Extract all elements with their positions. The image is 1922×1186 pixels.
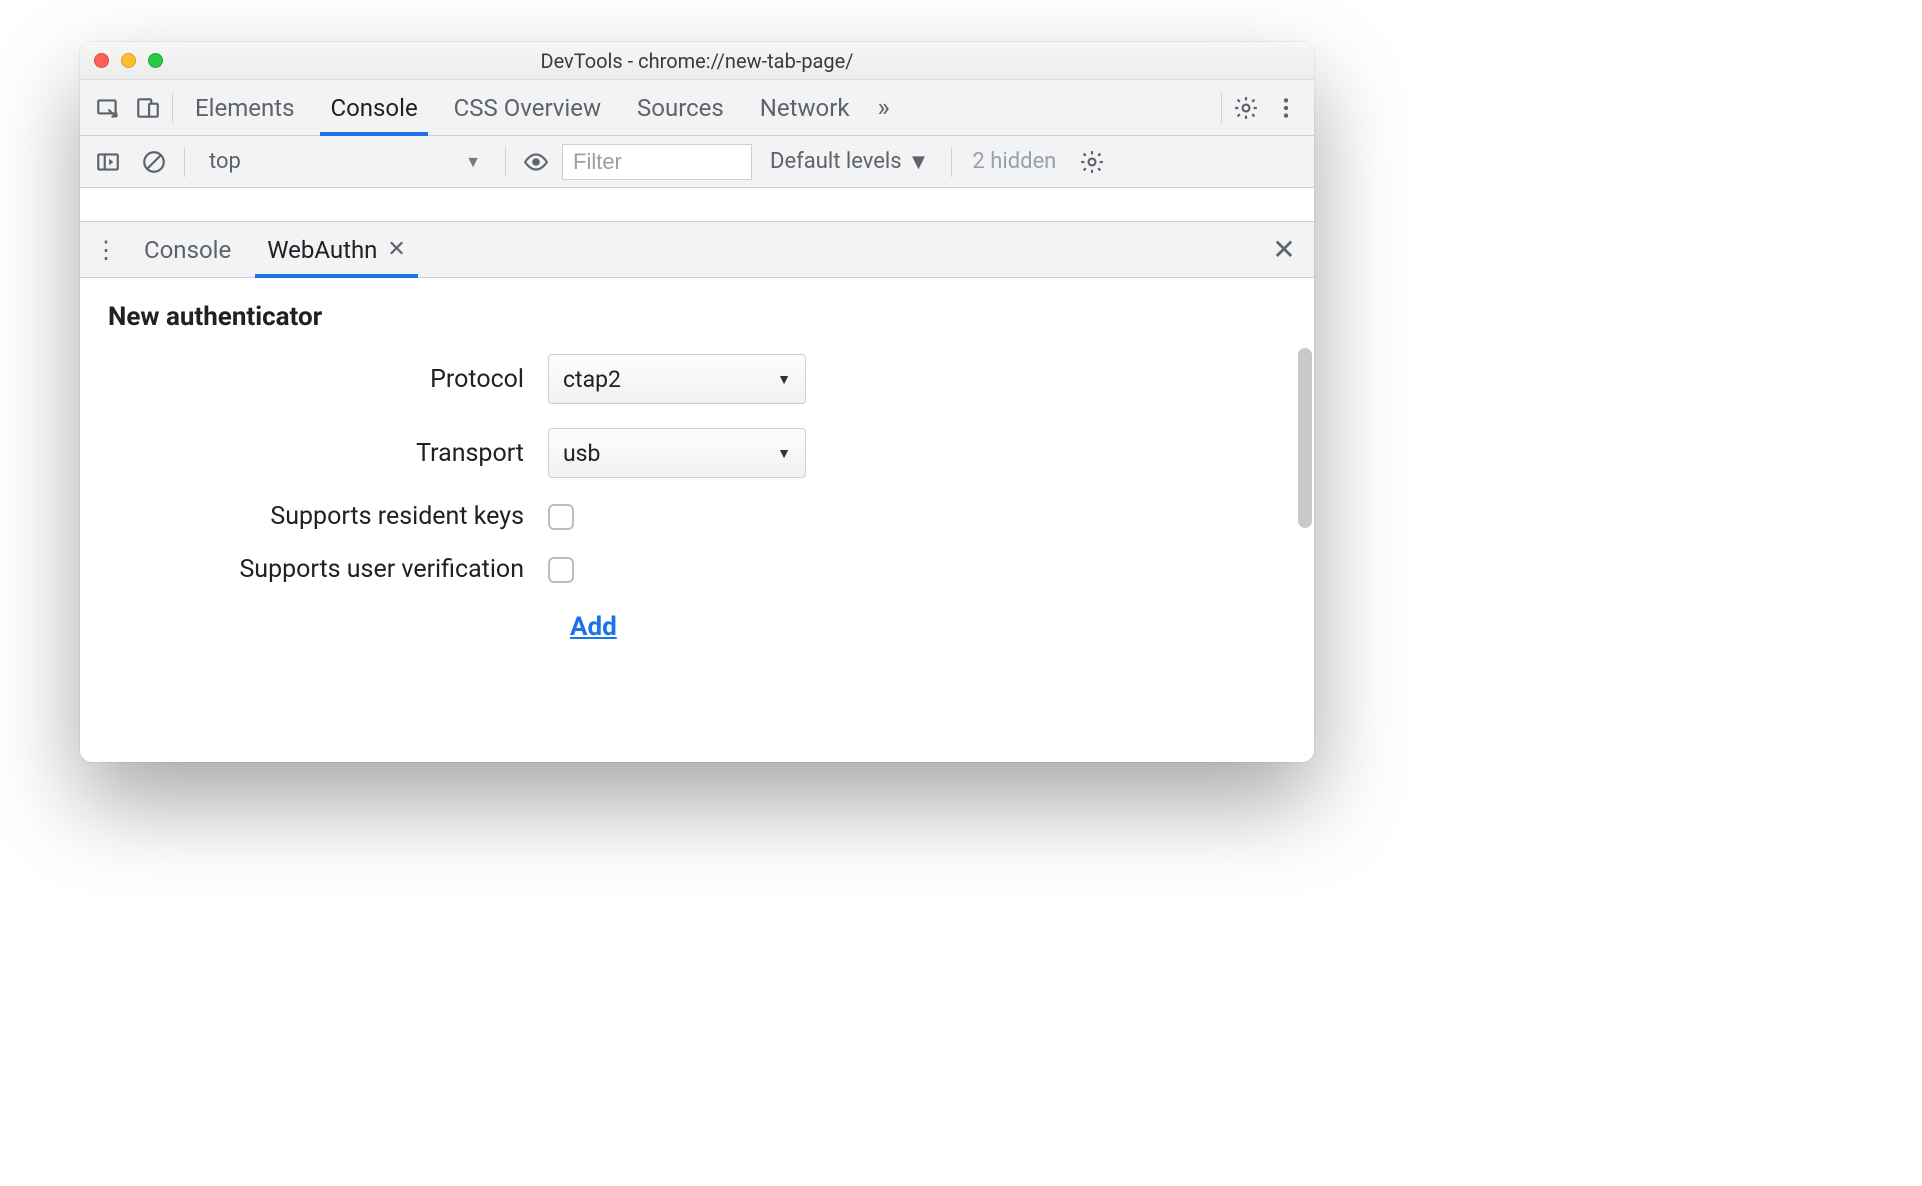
transport-label: Transport bbox=[108, 439, 548, 468]
device-toolbar-icon[interactable] bbox=[128, 88, 168, 128]
transport-select[interactable]: usb ▼ bbox=[548, 428, 806, 478]
scrollbar-thumb[interactable] bbox=[1298, 348, 1312, 528]
console-settings-icon[interactable] bbox=[1072, 142, 1112, 182]
settings-icon[interactable] bbox=[1226, 88, 1266, 128]
webauthn-panel: New authenticator Protocol ctap2 ▼ Trans… bbox=[80, 278, 1314, 762]
chevron-down-icon: ▼ bbox=[465, 152, 481, 172]
window-controls bbox=[80, 53, 163, 68]
new-authenticator-form: Protocol ctap2 ▼ Transport usb ▼ Support… bbox=[108, 354, 1286, 642]
divider bbox=[184, 147, 185, 177]
tab-label: Console bbox=[330, 94, 417, 122]
zoom-window-button[interactable] bbox=[148, 53, 163, 68]
protocol-label: Protocol bbox=[108, 365, 548, 394]
titlebar: DevTools - chrome://new-tab-page/ bbox=[80, 42, 1314, 80]
console-toolbar: top ▼ Default levels ▼ 2 hidden bbox=[80, 136, 1314, 188]
section-title: New authenticator bbox=[108, 302, 1286, 332]
hidden-messages-count[interactable]: 2 hidden bbox=[962, 149, 1066, 174]
tab-label: Network bbox=[760, 94, 850, 122]
protocol-select[interactable]: ctap2 ▼ bbox=[548, 354, 806, 404]
context-value: top bbox=[209, 149, 241, 174]
user-verification-checkbox[interactable] bbox=[548, 557, 574, 583]
resident-keys-checkbox[interactable] bbox=[548, 504, 574, 530]
tab-sources[interactable]: Sources bbox=[619, 80, 742, 135]
select-value: usb bbox=[563, 440, 600, 467]
tab-label: Elements bbox=[195, 94, 294, 122]
console-output-area bbox=[80, 188, 1314, 222]
devtools-window: DevTools - chrome://new-tab-page/ Elemen… bbox=[80, 42, 1314, 762]
window-title: DevTools - chrome://new-tab-page/ bbox=[80, 49, 1314, 73]
tab-network[interactable]: Network bbox=[742, 80, 868, 135]
drawer-kebab-icon[interactable]: ⋮ bbox=[86, 236, 126, 264]
drawer-tab-console[interactable]: Console bbox=[126, 222, 249, 277]
toggle-sidebar-icon[interactable] bbox=[88, 142, 128, 182]
divider bbox=[505, 147, 506, 177]
close-icon[interactable]: ✕ bbox=[387, 237, 405, 262]
tab-label: Sources bbox=[637, 94, 724, 122]
user-verification-label: Supports user verification bbox=[108, 555, 548, 584]
drawer-tab-label: Console bbox=[144, 236, 231, 264]
tab-console[interactable]: Console bbox=[312, 80, 435, 135]
inspect-element-icon[interactable] bbox=[88, 88, 128, 128]
chevron-down-icon: ▼ bbox=[777, 371, 791, 388]
divider bbox=[172, 93, 173, 123]
tab-css-overview[interactable]: CSS Overview bbox=[436, 80, 619, 135]
drawer-tab-webauthn[interactable]: WebAuthn ✕ bbox=[249, 222, 424, 277]
filter-input[interactable] bbox=[562, 144, 752, 180]
close-window-button[interactable] bbox=[94, 53, 109, 68]
log-levels-select[interactable]: Default levels ▼ bbox=[758, 149, 941, 175]
levels-label: Default levels bbox=[770, 149, 902, 174]
chevron-down-icon: ▼ bbox=[777, 445, 791, 462]
minimize-window-button[interactable] bbox=[121, 53, 136, 68]
divider bbox=[951, 147, 952, 177]
drawer-tabstrip: ⋮ Console WebAuthn ✕ ✕ bbox=[80, 222, 1314, 278]
scrollbar[interactable] bbox=[1298, 348, 1312, 754]
main-tabstrip: Elements Console CSS Overview Sources Ne… bbox=[80, 80, 1314, 136]
select-value: ctap2 bbox=[563, 366, 621, 393]
live-expression-eye-icon[interactable] bbox=[516, 142, 556, 182]
clear-console-icon[interactable] bbox=[134, 142, 174, 182]
tab-elements[interactable]: Elements bbox=[177, 80, 312, 135]
resident-keys-label: Supports resident keys bbox=[108, 502, 548, 531]
context-select[interactable]: top ▼ bbox=[195, 144, 495, 180]
more-tabs-icon[interactable]: » bbox=[868, 93, 900, 123]
chevron-down-icon: ▼ bbox=[908, 149, 930, 175]
close-drawer-icon[interactable]: ✕ bbox=[1260, 233, 1308, 266]
tab-label: CSS Overview bbox=[454, 94, 601, 122]
kebab-menu-icon[interactable] bbox=[1266, 88, 1306, 128]
drawer-tab-label: WebAuthn bbox=[267, 236, 377, 264]
divider bbox=[1221, 93, 1222, 123]
add-button[interactable]: Add bbox=[570, 612, 617, 642]
